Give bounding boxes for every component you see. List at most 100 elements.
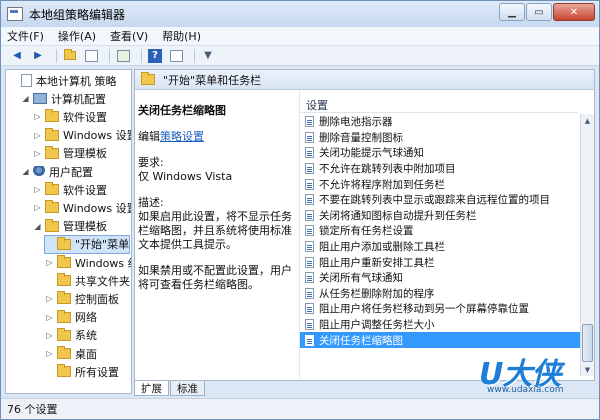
- list-item[interactable]: 不允许将程序附加到任务栏: [300, 176, 580, 192]
- list-item[interactable]: 不要在跳转列表中显示或跟踪来自远程位置的项目: [300, 192, 580, 208]
- tree-item[interactable]: 共享文件夹: [45, 272, 130, 289]
- list-item[interactable]: 从任务栏删除附加的程序: [300, 286, 580, 302]
- policy-setting-icon: [305, 131, 314, 143]
- list-item[interactable]: 锁定所有任务栏设置: [300, 223, 580, 239]
- list-item-label: 关闭任务栏缩略图: [319, 334, 403, 347]
- expand-icon[interactable]: ▷: [33, 203, 42, 212]
- tree-item[interactable]: ▷ Windows 组: [45, 254, 131, 271]
- doc-icon: [21, 74, 32, 87]
- list-item-label: 阻止用户将任务栏移动到另一个屏幕停靠位置: [319, 303, 529, 316]
- requirements-value: 仅 Windows Vista: [138, 170, 233, 183]
- tree-item[interactable]: ▷ Windows 设置: [33, 127, 131, 144]
- expand-icon[interactable]: ▷: [33, 185, 42, 194]
- list-item[interactable]: 不允许在跳转列表中附加项目: [300, 161, 580, 177]
- folder-icon: [57, 236, 71, 250]
- menu-view[interactable]: 查看(V): [110, 28, 148, 44]
- close-button[interactable]: ✕: [553, 3, 595, 21]
- collapse-icon[interactable]: ◢: [33, 222, 42, 231]
- tree-item-label: 软件设置: [63, 183, 107, 197]
- menu-file[interactable]: 文件(F): [7, 28, 44, 44]
- properties-icon[interactable]: [168, 49, 184, 63]
- expand-icon[interactable]: ▷: [45, 349, 54, 358]
- tree-item-label: 所有设置: [75, 365, 119, 379]
- toolbar-separator: [141, 48, 142, 63]
- tree-item-label: 共享文件夹: [75, 274, 130, 288]
- watermark-url: www.udaxia.com: [487, 385, 564, 395]
- back-arrow-icon[interactable]: ◀: [9, 49, 25, 63]
- list-item[interactable]: 关闭所有气球通知: [300, 270, 580, 286]
- minimize-button[interactable]: ▁: [499, 3, 525, 21]
- expand-icon[interactable]: ▷: [33, 112, 42, 121]
- tree-item[interactable]: ▷ 桌面: [45, 345, 97, 362]
- vertical-scrollbar[interactable]: ▲ ▼: [580, 114, 594, 376]
- tree-item[interactable]: "开始"菜单: [43, 234, 131, 254]
- expand-icon[interactable]: ▷: [45, 331, 54, 340]
- tab-extended[interactable]: 扩展: [134, 381, 169, 396]
- list-item[interactable]: 阻止用户将任务栏移动到另一个屏幕停靠位置: [300, 301, 580, 317]
- collapse-icon[interactable]: ◢: [21, 167, 30, 176]
- list-item-label: 不要在跳转列表中显示或跟踪来自远程位置的项目: [319, 194, 550, 207]
- policy-title: 关闭任务栏缩略图: [138, 104, 226, 117]
- settings-list[interactable]: 删除电池指示器 删除音量控制图标 关闭功能提示气球通知 不允许在跳转列表中附加项目 不允…: [300, 114, 580, 376]
- tree-item[interactable]: ◢ 计算机配置: [21, 90, 106, 107]
- title-bar[interactable]: 本地组策略编辑器 ▁ ▭ ✕: [1, 1, 599, 27]
- tree-item[interactable]: ▷ 软件设置: [33, 108, 107, 125]
- tree-item-label: "开始"菜单: [75, 238, 130, 252]
- tree-item[interactable]: ▷ 管理模板: [33, 145, 107, 162]
- tree-item[interactable]: ▷ 软件设置: [33, 181, 107, 198]
- expand-icon[interactable]: ▷: [45, 313, 54, 322]
- tree-item[interactable]: ▷ 控制面板: [45, 290, 119, 307]
- filter-icon[interactable]: ▼: [200, 49, 216, 63]
- tree-pane[interactable]: 本地计算机 策略 ◢ 计算机配置 ▷ 软件设置 ▷ Windows 设置 ▷ 管理模板 ◢ 用户配置…: [5, 69, 132, 394]
- pc-icon: [33, 93, 47, 105]
- list-item[interactable]: 阻止用户调整任务栏大小: [300, 317, 580, 333]
- list-item[interactable]: 删除音量控制图标: [300, 130, 580, 146]
- list-item[interactable]: 阻止用户重新安排工具栏: [300, 254, 580, 270]
- expand-icon[interactable]: ▷: [45, 294, 54, 303]
- maximize-button[interactable]: ▭: [526, 3, 552, 21]
- folder-icon: [45, 145, 59, 159]
- edit-policy-link[interactable]: 策略设置: [160, 130, 204, 143]
- list-item[interactable]: 关闭任务栏缩略图: [300, 332, 580, 348]
- list-item[interactable]: 阻止用户添加或删除工具栏: [300, 239, 580, 255]
- policy-editor-window: 本地组策略编辑器 ▁ ▭ ✕ 文件(F) 操作(A) 查看(V) 帮助(H) ◀…: [0, 0, 600, 420]
- toolbar-separator: [194, 48, 195, 63]
- expand-icon[interactable]: ▷: [33, 131, 42, 140]
- settings-list-pane: 设置 删除电池指示器 删除音量控制图标 关闭功能提示气球通知 不允许在跳转列表中附加项…: [299, 90, 594, 380]
- expand-icon[interactable]: ▷: [33, 149, 42, 158]
- tree-item-label: 用户配置: [49, 165, 93, 179]
- export-list-icon[interactable]: [115, 49, 131, 63]
- folder-icon: [57, 255, 71, 268]
- help-icon[interactable]: ?: [147, 48, 163, 63]
- window-title: 本地组策略编辑器: [29, 7, 126, 22]
- tree-item-label: 控制面板: [75, 292, 119, 306]
- list-item[interactable]: 删除电池指示器: [300, 114, 580, 130]
- tree-item-label: 软件设置: [63, 110, 107, 124]
- tree-item[interactable]: ◢ 用户配置: [21, 163, 93, 180]
- scroll-up-icon[interactable]: ▲: [582, 115, 593, 126]
- policy-setting-icon: [305, 319, 314, 331]
- menu-action[interactable]: 操作(A): [58, 28, 96, 44]
- description: 描述: 如果启用此设置，将不显示任务栏缩略图，并且系统将使用标准文本提供工具提示…: [138, 196, 296, 252]
- tree-item[interactable]: ▷ 网络: [45, 309, 97, 326]
- tree-item[interactable]: ▷ Windows 设置: [33, 199, 131, 216]
- show-tree-icon[interactable]: [83, 49, 99, 63]
- list-item[interactable]: 关闭功能提示气球通知: [300, 145, 580, 161]
- expand-icon[interactable]: ▷: [45, 258, 54, 267]
- list-item[interactable]: 关闭将通知图标自动提升到任务栏: [300, 208, 580, 224]
- tree-item[interactable]: ▷ 系统: [45, 327, 97, 344]
- tree-item[interactable]: 所有设置: [45, 363, 119, 380]
- policy-setting-icon: [305, 303, 314, 315]
- tab-standard[interactable]: 标准: [170, 381, 205, 396]
- list-item-label: 删除电池指示器: [319, 116, 393, 129]
- column-header-setting[interactable]: 设置: [300, 97, 578, 113]
- tree-item[interactable]: ◢ 管理模板: [33, 218, 107, 235]
- policy-setting-icon: [305, 147, 314, 159]
- list-item-label: 不允许将程序附加到任务栏: [319, 178, 445, 191]
- menu-help[interactable]: 帮助(H): [162, 28, 201, 44]
- up-folder-icon[interactable]: [62, 49, 78, 63]
- forward-arrow-icon[interactable]: ▶: [30, 49, 46, 63]
- policy-setting-icon: [305, 209, 314, 221]
- tree-item[interactable]: 本地计算机 策略: [9, 72, 117, 89]
- collapse-icon[interactable]: ◢: [21, 94, 30, 103]
